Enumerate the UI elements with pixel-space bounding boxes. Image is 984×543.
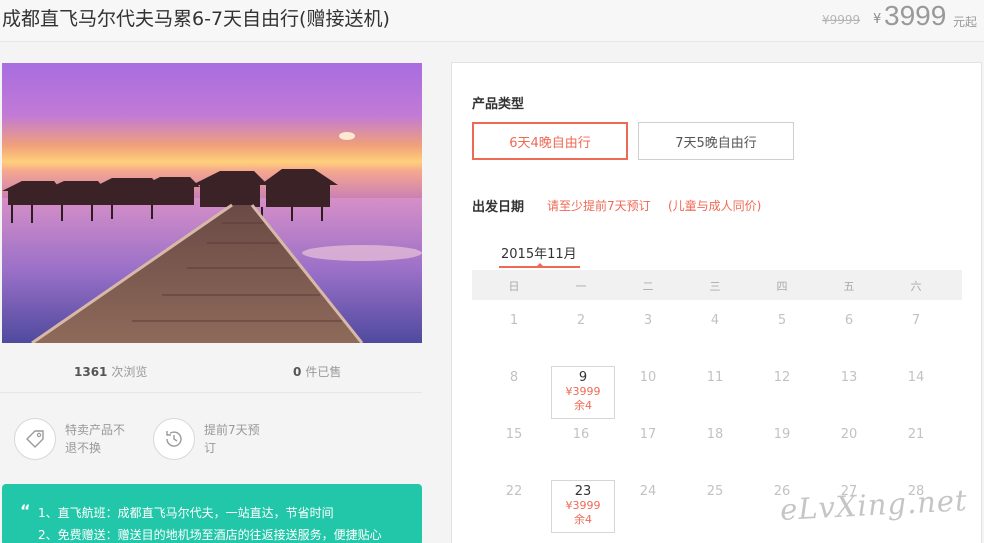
calendar-day: 15 — [505, 427, 523, 442]
sold-label: 件已售 — [305, 365, 342, 379]
tag-icon — [14, 418, 56, 460]
highlight-line: 1、直飞航班：成都直飞马尔代夫，一站直达，节省时间 — [38, 506, 334, 520]
product-photo — [2, 63, 422, 343]
calendar-day: 21 — [907, 427, 925, 442]
calendar-day: 16 — [572, 427, 590, 442]
sold-stat: 0 件已售 — [293, 363, 341, 380]
views-stat: 1361 次浏览 — [74, 363, 147, 380]
calendar-day: 19 — [773, 427, 791, 442]
calendar-day: 17 — [639, 427, 657, 442]
feature-text: 提前7天预订 — [204, 423, 260, 455]
sold-count: 0 — [293, 365, 302, 379]
child-price-note: (儿童与成人同价) — [668, 199, 762, 213]
calendar-day: 5 — [777, 313, 787, 328]
product-stats: 1361 次浏览 0 件已售 — [0, 345, 422, 393]
day-remaining: 余4 — [574, 399, 592, 412]
calendar-day: 13 — [840, 370, 858, 385]
calendar-day: 7 — [911, 313, 921, 328]
weekday-label: 三 — [709, 280, 721, 293]
quote-icon: “ — [20, 501, 31, 520]
calendar-day: 22 — [505, 484, 523, 499]
calendar-day: 1 — [509, 313, 519, 328]
weekday-label: 四 — [776, 280, 788, 293]
calendar-day: 24 — [639, 484, 657, 499]
weekday-label: 日 — [508, 280, 520, 293]
feature-text: 特卖产品不退不换 — [65, 423, 126, 455]
calendar-day: 14 — [907, 370, 925, 385]
price-unit: 元起 — [953, 15, 978, 29]
sunset-pier-image — [2, 63, 422, 343]
clock-icon — [153, 418, 195, 460]
weekday-label: 六 — [910, 280, 922, 293]
feature-advance-booking: 提前7天预订 — [153, 418, 268, 460]
calendar-day: 11 — [706, 370, 724, 385]
calendar-day: 8 — [509, 370, 519, 385]
product-type-title: 产品类型 — [472, 97, 525, 112]
calendar-day: 6 — [844, 313, 854, 328]
advance-booking-note: 请至少提前7天预订 — [547, 199, 651, 213]
feature-no-refund: 特卖产品不退不换 — [14, 418, 129, 460]
day-number: 23 — [574, 484, 592, 499]
product-type-option-6d4n[interactable]: 6天4晚自由行 — [472, 122, 628, 160]
departure-date-title: 出发日期 — [472, 200, 525, 215]
month-tab-caret — [536, 263, 544, 267]
page-title: 成都直飞马尔代夫马累6-7天自由行(赠接送机) — [2, 8, 390, 30]
product-type-option-7d5n[interactable]: 7天5晚自由行 — [638, 122, 794, 160]
views-count: 1361 — [74, 365, 108, 379]
calendar-day: 4 — [710, 313, 720, 328]
calendar-day-available[interactable]: 23 ¥3999 余4 — [551, 480, 615, 533]
weekday-label: 五 — [843, 280, 855, 293]
calendar-day: 2 — [576, 313, 586, 328]
calendar-day: 25 — [706, 484, 724, 499]
calendar-day: 10 — [639, 370, 657, 385]
calendar-day: 12 — [773, 370, 791, 385]
day-remaining: 余4 — [574, 513, 592, 526]
calendar-day-available[interactable]: 9 ¥3999 余4 — [551, 366, 615, 419]
booking-panel: 产品类型 6天4晚自由行 7天5晚自由行 出发日期 请至少提前7天预订 (儿童与… — [451, 62, 982, 543]
original-price: ¥9999 — [822, 13, 861, 27]
page-header: 成都直飞马尔代夫马累6-7天自由行(赠接送机) ¥9999 ¥ 3999 元起 — [0, 0, 984, 42]
views-label: 次浏览 — [111, 365, 148, 379]
calendar-day: 3 — [643, 313, 653, 328]
day-number: 9 — [578, 370, 588, 385]
day-price: ¥3999 — [565, 385, 601, 398]
weekday-label: 二 — [642, 280, 654, 293]
highlights-notice: “ 1、直飞航班：成都直飞马尔代夫，一站直达，节省时间 2、免费赠送：赠送目的地… — [2, 484, 422, 543]
calendar-month-tab[interactable]: 2015年11月 — [501, 243, 577, 262]
day-price: ¥3999 — [565, 499, 601, 512]
calendar-day: 20 — [840, 427, 858, 442]
weekday-header: 日 一 二 三 四 五 六 — [472, 270, 962, 300]
currency-symbol: ¥ — [873, 12, 882, 27]
highlight-line: 2、免费赠送：赠送目的地机场至酒店的往返接送服务，便捷贴心 — [38, 528, 382, 542]
current-price: 3999 — [884, 0, 947, 31]
weekday-label: 一 — [575, 280, 587, 293]
calendar-day: 18 — [706, 427, 724, 442]
